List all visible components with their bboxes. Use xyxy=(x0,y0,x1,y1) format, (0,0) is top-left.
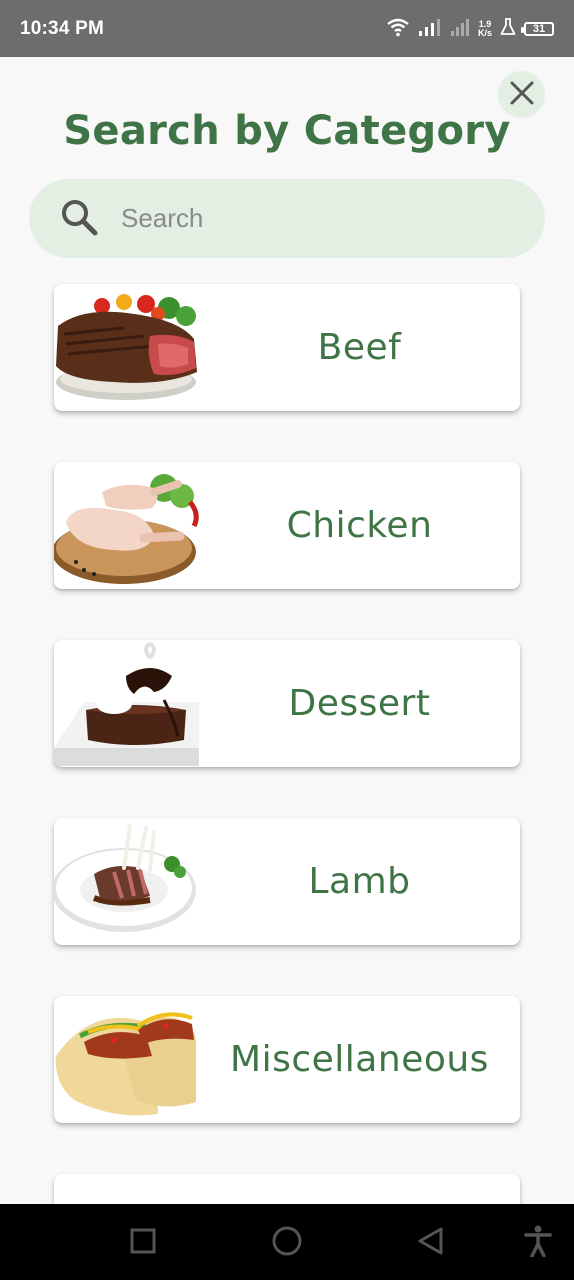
tacos-image xyxy=(55,1012,196,1116)
battery-icon: 31 xyxy=(521,21,554,36)
accessibility-icon xyxy=(523,1225,553,1261)
accessibility-button[interactable] xyxy=(521,1225,555,1261)
nav-bar xyxy=(0,1204,574,1280)
lamb-chops-image xyxy=(54,824,196,932)
beef-steak-image xyxy=(56,294,197,400)
search-input[interactable] xyxy=(119,202,513,235)
category-label: Dessert xyxy=(288,683,431,724)
speed-unit: K/s xyxy=(477,27,492,38)
category-label: Beef xyxy=(317,327,402,368)
category-card-miscellaneous[interactable]: Miscellaneous xyxy=(54,996,520,1123)
chocolate-cake-image xyxy=(54,641,199,766)
status-time: 10:34 PM xyxy=(20,17,104,39)
wifi-icon xyxy=(386,17,410,41)
category-card-beef[interactable]: Beef xyxy=(54,284,520,411)
home-circle-icon xyxy=(271,1225,303,1261)
back-triangle-icon xyxy=(416,1226,446,1260)
category-card-dessert[interactable]: Dessert xyxy=(54,640,520,767)
category-card-lamb[interactable]: Lamb xyxy=(54,818,520,945)
lab-icon xyxy=(500,17,516,40)
category-label: Lamb xyxy=(308,861,411,902)
chicken-legs-image xyxy=(54,474,199,584)
status-bar: 10:34 PM 1.9 K/s 31 xyxy=(0,0,574,57)
network-speed: 1.9 K/s xyxy=(477,19,492,38)
search-bar[interactable] xyxy=(29,179,545,258)
category-list: Beef Chicken Dessert Lamb Miscellaneous xyxy=(54,284,520,1214)
battery-level: 31 xyxy=(532,22,546,35)
close-icon xyxy=(509,80,535,110)
page-title: Search by Category xyxy=(63,108,511,154)
recents-square-icon xyxy=(129,1227,157,1259)
category-label: Miscellaneous xyxy=(230,1039,489,1080)
signal-icon xyxy=(418,17,442,41)
recents-button[interactable] xyxy=(126,1226,160,1260)
home-button[interactable] xyxy=(270,1226,304,1260)
search-icon xyxy=(59,197,99,241)
category-label: Chicken xyxy=(286,505,433,546)
back-button[interactable] xyxy=(414,1226,448,1260)
signal-icon xyxy=(450,17,470,41)
category-card-chicken[interactable]: Chicken xyxy=(54,462,520,589)
status-icons: 1.9 K/s 31 xyxy=(386,17,554,41)
